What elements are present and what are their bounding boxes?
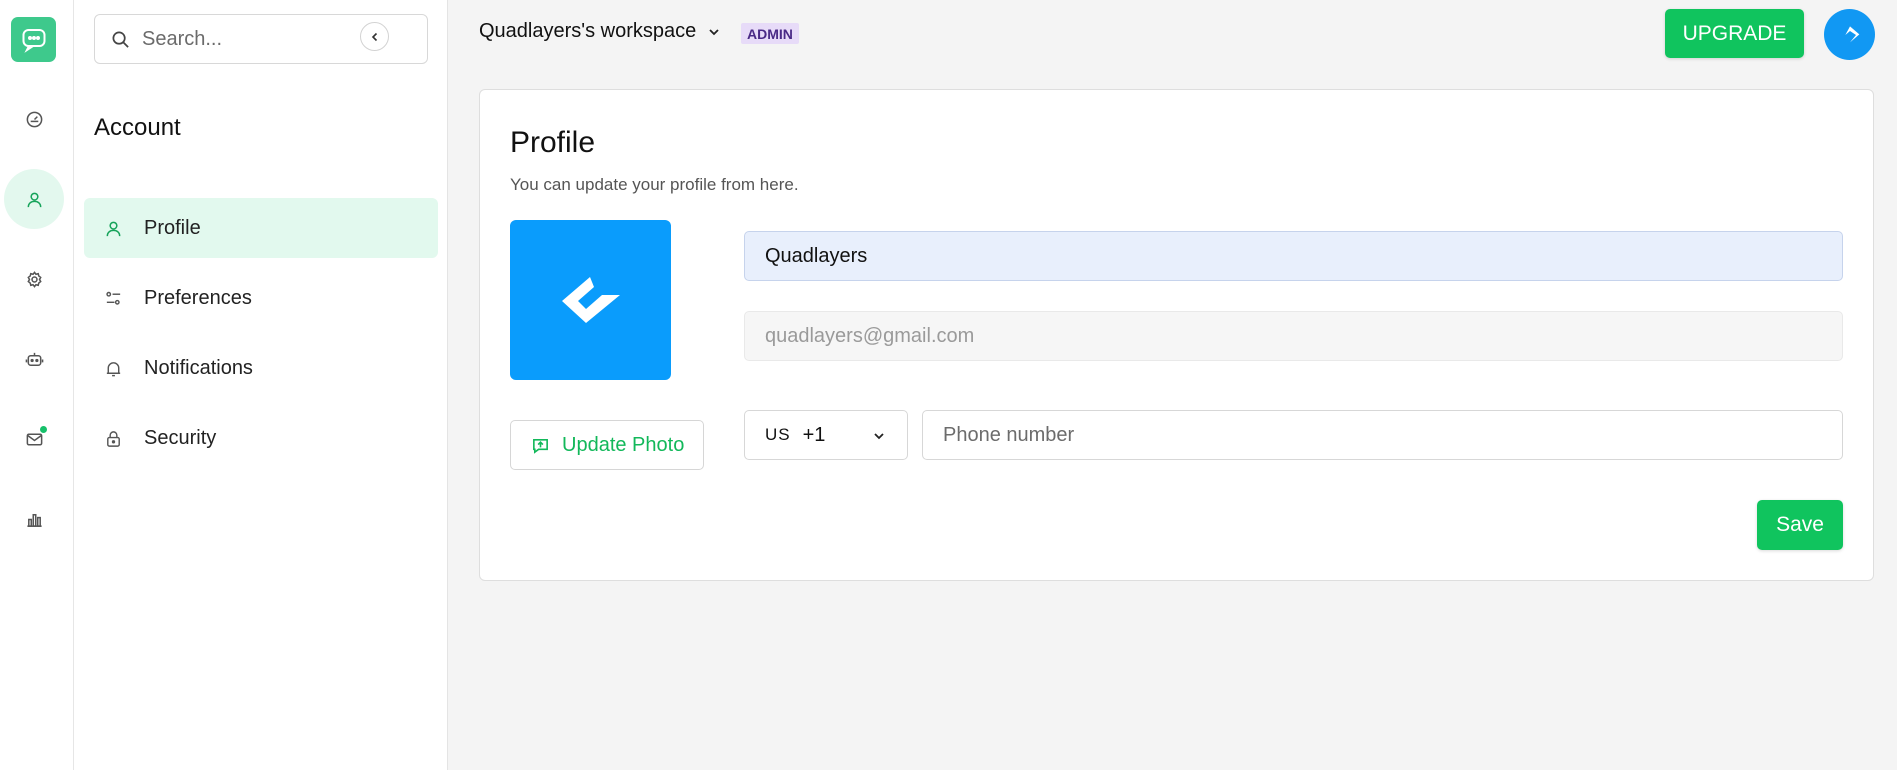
avatar[interactable] <box>1824 9 1875 60</box>
rail-reports[interactable] <box>4 489 64 549</box>
sidebar-item-label: Preferences <box>144 286 252 309</box>
sliders-icon <box>106 291 121 305</box>
account-sidebar: Account Profile Preferences Notification… <box>74 0 448 770</box>
icon-rail <box>0 0 74 770</box>
workspace-name: Quadlayers's workspace <box>479 20 697 42</box>
bell-icon <box>106 361 121 376</box>
rail-settings[interactable] <box>4 249 64 309</box>
update-photo-button[interactable]: Update Photo <box>510 420 704 470</box>
rail-bots[interactable] <box>4 329 64 389</box>
page-subtitle: You can update your profile from here. <box>510 175 799 194</box>
search-icon <box>112 31 129 48</box>
lock-icon <box>107 430 120 447</box>
sidebar-item-preferences[interactable]: Preferences <box>84 268 438 328</box>
sidebar-item-label: Notifications <box>144 356 253 379</box>
sidebar-title: Account <box>94 114 181 141</box>
name-value: Quadlayers <box>765 244 868 267</box>
email-value: quadlayers@gmail.com <box>765 324 975 347</box>
sidebar-item-label: Security <box>144 426 217 449</box>
role-badge: ADMIN <box>741 23 799 44</box>
unread-dot <box>40 426 47 433</box>
dashboard-icon <box>26 111 42 127</box>
chat-logo-icon[interactable] <box>11 17 56 62</box>
save-button[interactable]: Save <box>1757 500 1843 550</box>
collapse-sidebar-button[interactable] <box>360 22 389 51</box>
phone-input[interactable] <box>922 410 1843 460</box>
brand-logo-icon <box>561 277 620 323</box>
email-field: quadlayers@gmail.com <box>744 311 1843 361</box>
rail-dashboard[interactable] <box>4 89 64 149</box>
chevron-left-icon <box>371 32 377 41</box>
upgrade-button[interactable]: UPGRADE <box>1665 9 1804 58</box>
chevron-down-icon <box>874 433 884 440</box>
workspace-switcher[interactable]: Quadlayers's workspace <box>479 20 720 43</box>
page-title: Profile <box>510 126 596 159</box>
country-code: US <box>765 425 791 444</box>
sidebar-item-label: Profile <box>144 216 201 239</box>
user-icon <box>106 221 121 236</box>
sidebar-item-notifications[interactable]: Notifications <box>84 338 438 398</box>
dial-code: +1 <box>802 423 826 446</box>
bot-icon <box>25 352 43 366</box>
gear-icon <box>26 270 42 288</box>
profile-photo <box>510 220 671 380</box>
image-upload-icon <box>533 438 548 454</box>
rail-account[interactable] <box>4 169 64 229</box>
profile-card: Profile You can update your profile from… <box>479 89 1874 581</box>
sidebar-item-security[interactable]: Security <box>84 408 438 468</box>
update-photo-label: Update Photo <box>562 433 685 456</box>
chart-icon <box>26 513 42 527</box>
rail-inbox[interactable] <box>4 409 64 469</box>
chevron-down-icon <box>709 28 719 35</box>
name-field[interactable]: Quadlayers <box>744 231 1843 281</box>
user-icon <box>27 192 41 207</box>
country-code-select[interactable]: US +1 <box>744 410 908 460</box>
brand-logo-icon <box>1844 25 1859 42</box>
sidebar-item-profile[interactable]: Profile <box>84 198 438 258</box>
